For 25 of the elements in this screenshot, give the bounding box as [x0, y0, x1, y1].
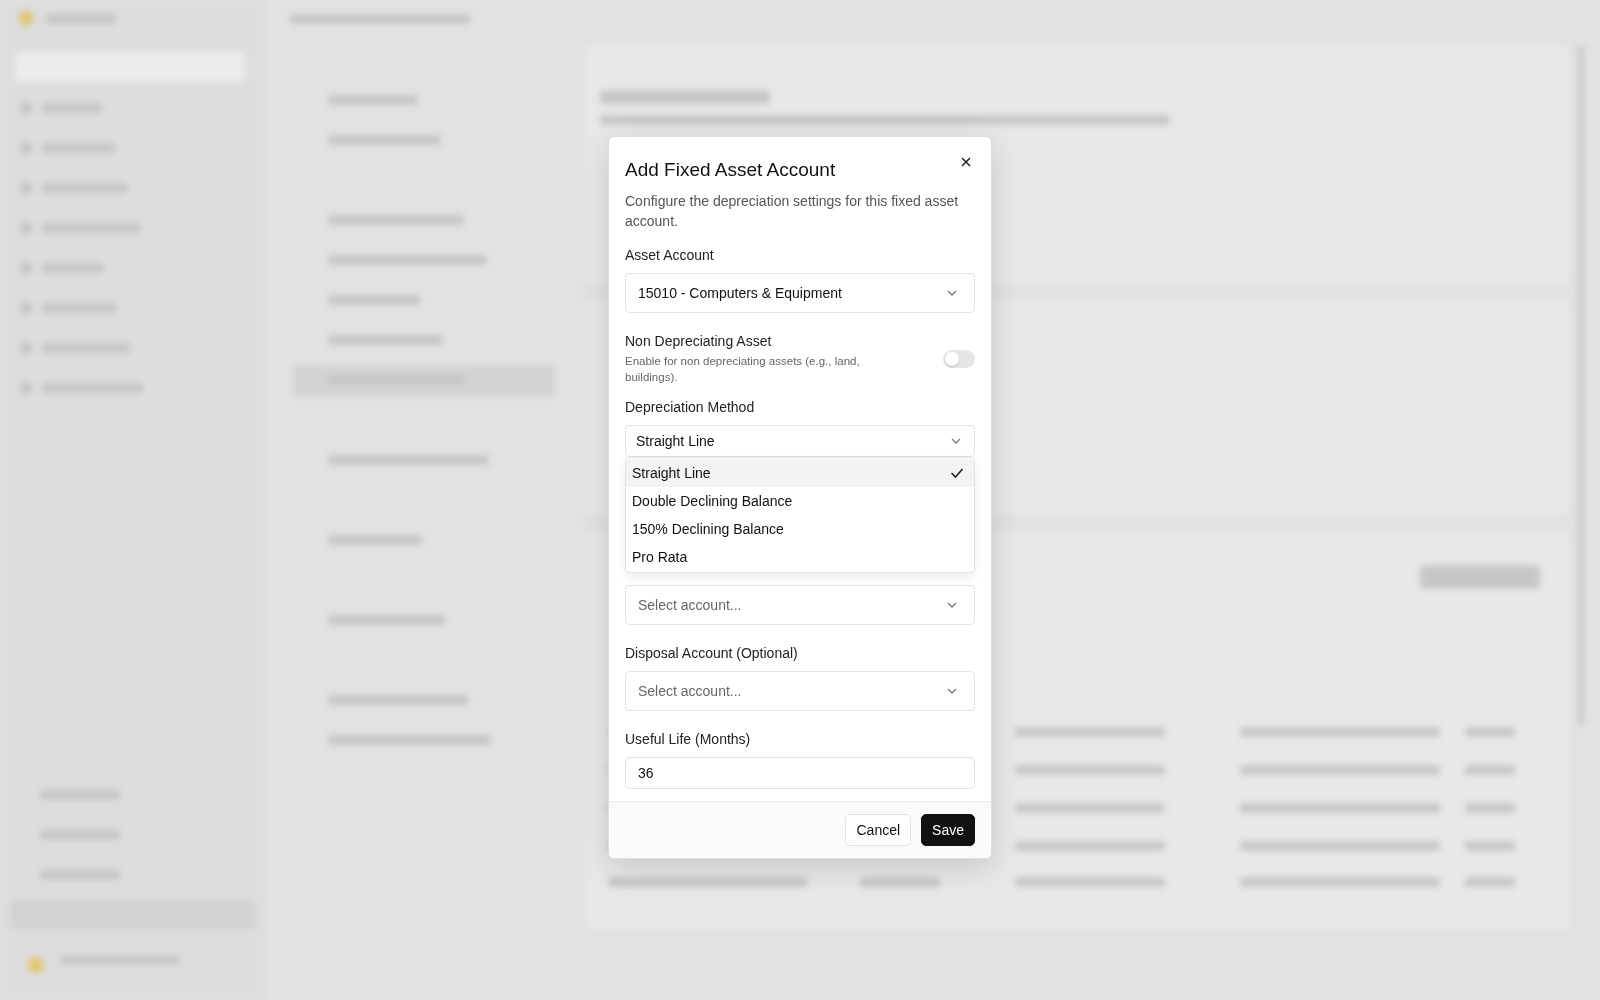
chevron-down-icon	[950, 437, 962, 445]
field-label: Disposal Account (Optional)	[625, 645, 799, 661]
chevron-down-icon	[946, 687, 958, 695]
useful-life-input[interactable]: 36	[625, 757, 975, 789]
dropdown-option[interactable]: Pro Rata	[626, 543, 974, 571]
field-label: Depreciation Method	[625, 399, 756, 415]
field-label: Asset Account	[625, 247, 715, 263]
chevron-down-icon	[946, 601, 958, 609]
asset-account-select[interactable]: 15010 - Computers & Equipment	[625, 273, 975, 313]
dialog-title: Add Fixed Asset Account	[625, 159, 836, 181]
toggle-label: Non Depreciating Asset	[625, 333, 773, 349]
toggle-hint: Enable for non depreciating assets (e.g., land, buildings).	[625, 354, 861, 385]
dropdown-option[interactable]: Straight Line	[626, 459, 974, 487]
save-button[interactable]: Save	[921, 814, 975, 846]
dialog-description: Configure the depreciation settings for this fixed asset account.	[625, 192, 960, 231]
cancel-button[interactable]: Cancel	[845, 814, 912, 846]
field-label: Useful Life (Months)	[625, 731, 752, 747]
chevron-down-icon	[946, 289, 958, 297]
dropdown-option[interactable]: Double Declining Balance	[626, 487, 974, 515]
disposal-account-select[interactable]: Select account...	[625, 671, 975, 711]
toggle-switch[interactable]	[943, 350, 975, 368]
accumulated-account-select[interactable]: Select account...	[625, 585, 975, 625]
depreciation-method-select[interactable]: Straight Line	[625, 425, 975, 457]
check-icon	[950, 467, 964, 479]
dropdown-option[interactable]: 150% Declining Balance	[626, 515, 974, 543]
